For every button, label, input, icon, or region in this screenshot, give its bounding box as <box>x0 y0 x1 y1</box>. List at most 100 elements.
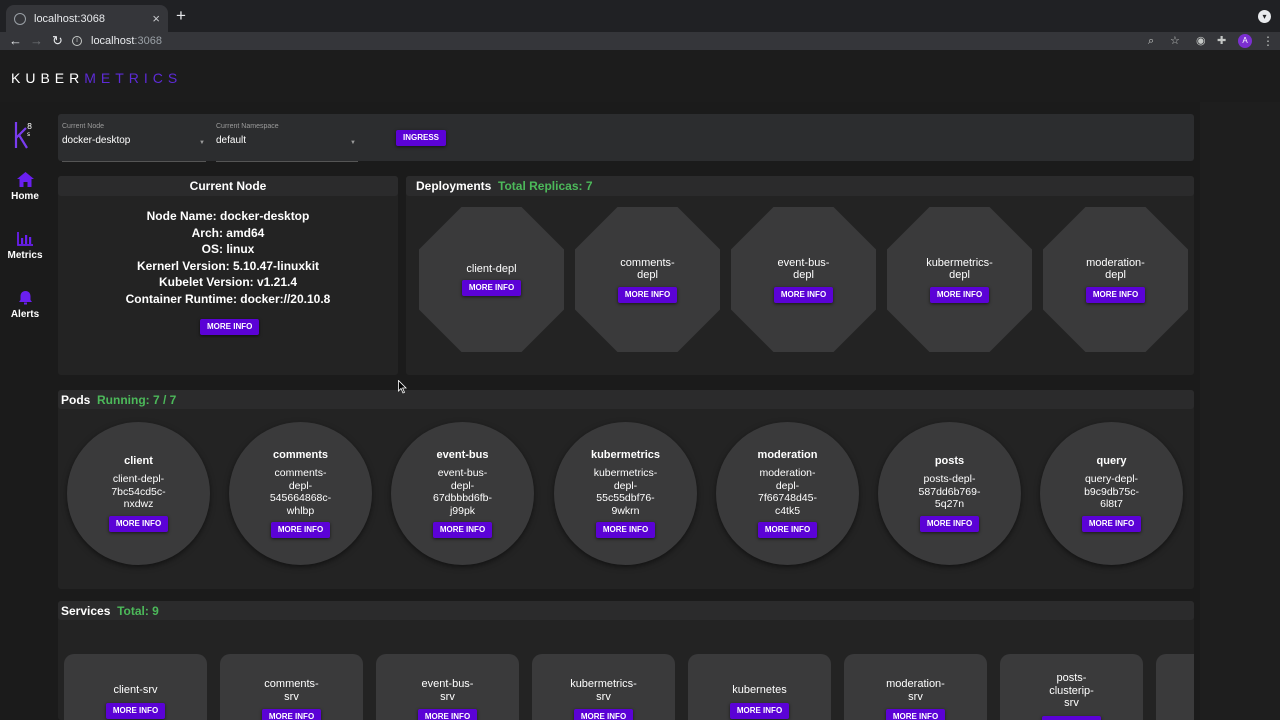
pod-id: comments- depl- 545664868c- whlbp <box>269 467 332 517</box>
services-header <box>58 601 1194 620</box>
node-select[interactable]: Current Node docker-desktop ▼ <box>62 123 206 162</box>
pod-card: comments comments- depl- 545664868c- whl… <box>229 422 372 565</box>
deployment-more-info-button[interactable]: MORE INFO <box>461 280 522 297</box>
bookmark-star-icon[interactable]: ☆ <box>1170 32 1180 50</box>
profile-avatar[interactable]: A <box>1238 34 1252 48</box>
deployment-name: event-bus- depl <box>777 256 830 282</box>
node-info-line: Kernerl Version: 5.10.47-linuxkit <box>136 258 320 273</box>
pod-more-info-button[interactable]: MORE INFO <box>1081 515 1142 532</box>
deployment-more-info-button[interactable]: MORE INFO <box>929 286 990 303</box>
deployment-card: comments- depl MORE INFO <box>575 207 720 352</box>
service-name: client-srv <box>113 684 158 696</box>
globe-icon <box>14 12 26 25</box>
tab-close-icon[interactable]: × <box>152 11 160 26</box>
service-more-info-button[interactable]: MORE INFO <box>105 702 166 719</box>
deployments-title-text: Deployments <box>416 179 492 193</box>
deployment-name: kubermetrics- depl <box>926 256 993 282</box>
service-name: posts- clusterip- srv <box>1049 672 1094 709</box>
puzzle-icon[interactable]: ✚ <box>1217 32 1226 50</box>
service-card: client-srv MORE INFO <box>64 654 207 720</box>
pod-more-info-button[interactable]: MORE INFO <box>595 522 656 538</box>
node-info-line: OS: linux <box>201 242 255 256</box>
service-card: kubernetes MORE INFO <box>688 654 831 720</box>
browser-menu-icon[interactable]: ⋮ <box>1262 32 1274 50</box>
service-more-info-button[interactable]: MORE INFO <box>573 709 634 720</box>
pod-more-info-button[interactable]: MORE INFO <box>757 522 818 538</box>
selector-bar: Current Node docker-desktop ▼ Current Na… <box>58 114 1194 162</box>
pod-card: query query-depl- b9c9db75c- 6l8t7 MORE … <box>1040 422 1183 565</box>
tab-search-icon[interactable]: ▾ <box>1258 10 1271 23</box>
service-card: event-bus- srv MORE INFO <box>376 654 519 720</box>
new-tab-button[interactable]: + <box>172 6 190 26</box>
pod-more-info-button[interactable]: MORE INFO <box>432 522 493 538</box>
address-bar[interactable]: i localhost:3068 <box>72 32 162 50</box>
pod-name: comments <box>272 449 329 461</box>
deployment-card: moderation- depl MORE INFO <box>1043 207 1188 352</box>
pod-id: client-depl- 7bc54cd5c- nxdwz <box>111 473 166 511</box>
app-header: KUBERMETRICS <box>0 50 1280 102</box>
url-port: :3068 <box>134 35 162 47</box>
zoom-icon[interactable]: ⌕ <box>1148 32 1154 50</box>
app-logo: KUBERMETRICS <box>11 70 182 86</box>
sidebar-item-alerts[interactable]: Alerts <box>0 290 50 320</box>
background-area <box>1200 102 1280 720</box>
service-more-info-button[interactable]: MORE INFO <box>885 709 946 720</box>
node-info-line: Kubelet Version: v1.21.4 <box>158 275 298 289</box>
node-info-line: Container Runtime: docker://20.10.8 <box>125 291 331 306</box>
sidebar-item-label: Home <box>11 191 39 202</box>
sidebar-item-metrics[interactable]: Metrics <box>0 231 50 261</box>
service-name: comments- srv <box>264 678 319 703</box>
deployment-name: comments- depl <box>620 256 675 282</box>
logo-part2: METRICS <box>84 70 183 86</box>
deployment-name: client-depl <box>466 262 517 275</box>
replicas-count: Total Replicas: 7 <box>498 179 593 193</box>
deployment-more-info-button[interactable]: MORE INFO <box>617 286 678 303</box>
pod-id: kubermetrics- depl- 55c55dbf76- 9wkrn <box>593 467 658 517</box>
service-more-info-button[interactable]: MORE INFO <box>1041 715 1102 720</box>
back-button[interactable]: ← <box>9 32 22 50</box>
node-more-info-button[interactable]: MORE INFO <box>200 319 260 335</box>
services-title: Services Total: 9 <box>61 604 159 618</box>
service-more-info-button[interactable]: MORE INFO <box>261 709 322 720</box>
reload-button[interactable]: ↻ <box>52 32 63 50</box>
service-more-info-button[interactable]: MORE INFO <box>729 702 790 719</box>
namespace-select-label: Current Namespace <box>216 123 279 130</box>
mouse-cursor-icon <box>398 380 407 394</box>
ingress-button[interactable]: INGRESS <box>396 130 447 146</box>
pod-id: moderation- depl- 7f66748d45- c4tk5 <box>758 467 817 517</box>
pod-card: kubermetrics kubermetrics- depl- 55c55db… <box>554 422 697 565</box>
browser-tab[interactable]: localhost:3068 × <box>6 5 168 32</box>
pod-more-info-button[interactable]: MORE INFO <box>108 515 169 532</box>
service-name: kubermetrics- srv <box>570 678 637 703</box>
node-info: Node Name: docker-desktop Arch: amd64 OS… <box>58 208 398 307</box>
url-host: localhost <box>91 35 135 47</box>
forward-button[interactable]: → <box>30 32 43 50</box>
sidebar: 8 s Home Metrics Alerts <box>0 102 50 720</box>
services-title-text: Services <box>61 604 111 618</box>
svg-text:8: 8 <box>27 122 32 131</box>
deployment-card: client-depl MORE INFO <box>419 207 564 352</box>
site-info-icon[interactable]: i <box>72 36 82 46</box>
pod-name: query <box>1096 455 1127 468</box>
node-select-label: Current Node <box>62 123 105 130</box>
sidebar-item-home[interactable]: Home <box>0 172 50 202</box>
pod-id: event-bus- depl- 67dbbbd6fb- j99pk <box>433 467 492 517</box>
deployment-more-info-button[interactable]: MORE INFO <box>1085 286 1146 303</box>
bell-icon <box>18 291 32 305</box>
browser-tab-bar: localhost:3068 × + ▾ <box>0 0 1280 32</box>
bar-chart-icon <box>16 232 33 246</box>
node-info-line: Arch: amd64 <box>191 225 265 240</box>
service-name: kubernetes <box>732 684 787 696</box>
service-card: kubermetrics- srv MORE INFO <box>532 654 675 720</box>
service-name: event-bus- srv <box>421 678 474 703</box>
service-more-info-button[interactable]: MORE INFO <box>417 709 478 720</box>
browser-toolbar: ← → ↻ i localhost:3068 ⌕ ☆ ◉ ✚ A ⋮ <box>0 32 1280 50</box>
home-icon <box>16 172 34 187</box>
deployment-more-info-button[interactable]: MORE INFO <box>773 286 834 303</box>
k8s-logo-icon[interactable]: 8 s <box>13 120 37 150</box>
pod-more-info-button[interactable]: MORE INFO <box>919 515 980 532</box>
extension-icon[interactable]: ◉ <box>1196 32 1206 50</box>
pod-card: posts posts-depl- 587dd6b769- 5q27n MORE… <box>878 422 1021 565</box>
namespace-select[interactable]: Current Namespace default ▼ <box>216 123 358 162</box>
pod-more-info-button[interactable]: MORE INFO <box>270 522 331 538</box>
